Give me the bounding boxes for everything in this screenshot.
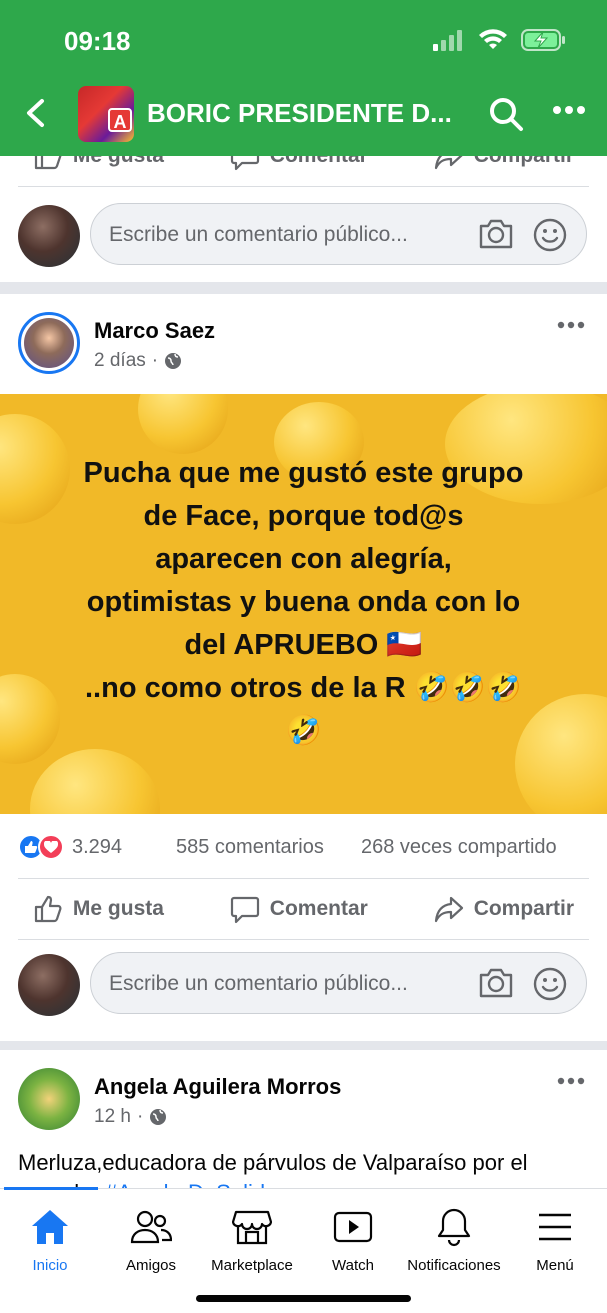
current-user-avatar bbox=[18, 954, 80, 1016]
tab-menu[interactable]: Menú bbox=[505, 1207, 605, 1274]
comment-input[interactable]: Escribe un comentario público... bbox=[90, 203, 587, 265]
emoji-decoration bbox=[30, 749, 160, 814]
friends-icon bbox=[130, 1210, 172, 1244]
status-time: 09:18 bbox=[64, 26, 131, 56]
group-title[interactable]: BORIC PRESIDENTE D... bbox=[147, 98, 452, 129]
tab-watch[interactable]: Watch bbox=[303, 1207, 403, 1274]
share-label: Compartir bbox=[473, 897, 575, 920]
tab-inicio[interactable]: Inicio bbox=[0, 1207, 100, 1274]
back-arrow-icon bbox=[27, 99, 44, 127]
post-options-button[interactable] bbox=[557, 1072, 585, 1090]
comment-placeholder: Escribe un comentario público... bbox=[109, 223, 408, 246]
post-stats: 3.294 585 comentarios 268 veces comparti… bbox=[0, 814, 607, 878]
thumbs-up-icon bbox=[34, 895, 62, 923]
image-text-line: optimistas y buena onda con lo bbox=[86, 586, 521, 618]
emoji-icon[interactable] bbox=[532, 966, 568, 1002]
watch-icon bbox=[333, 1211, 373, 1243]
more-icon bbox=[557, 321, 585, 329]
more-options-button[interactable] bbox=[552, 102, 586, 120]
post-header: Angela Aguilera Morros 12 h · bbox=[0, 1050, 607, 1150]
comments-count[interactable]: 585 comentarios bbox=[176, 836, 324, 859]
post-meta: 12 h · bbox=[94, 1106, 167, 1128]
emoji-decoration bbox=[138, 394, 228, 454]
home-indicator bbox=[196, 1295, 411, 1302]
battery-charging-icon bbox=[521, 29, 565, 51]
post-time[interactable]: 12 h bbox=[94, 1106, 131, 1128]
post-actions: Me gusta Comentar Compartir bbox=[0, 879, 607, 939]
post-header: Marco Saez 2 días · bbox=[0, 294, 607, 394]
bottom-tab-bar: Inicio Amigos Marketplace Watch Notifica… bbox=[0, 1187, 607, 1313]
meta-separator: · bbox=[136, 1106, 144, 1127]
status-icons bbox=[433, 28, 567, 52]
camera-icon[interactable] bbox=[478, 966, 514, 1000]
tab-label: Menú bbox=[536, 1257, 574, 1274]
tab-marketplace[interactable]: Marketplace bbox=[202, 1207, 302, 1274]
emoji-icon[interactable] bbox=[532, 217, 568, 253]
image-text-line: del APRUEBO 🇨🇱 bbox=[184, 629, 423, 661]
reactions-summary[interactable]: 3.294 bbox=[18, 834, 122, 860]
author-name[interactable]: Marco Saez bbox=[94, 318, 215, 344]
more-icon bbox=[557, 1077, 585, 1085]
post-time[interactable]: 2 días bbox=[94, 350, 146, 372]
image-text-line: de Face, porque tod@s bbox=[143, 500, 464, 532]
current-user-avatar bbox=[18, 205, 80, 267]
divider bbox=[18, 186, 589, 187]
image-text-line: ..no como otros de la R 🤣🤣🤣 bbox=[84, 672, 523, 704]
image-text-line: 🤣 bbox=[285, 715, 322, 747]
meta-separator: · bbox=[151, 350, 159, 371]
author-name[interactable]: Angela Aguilera Morros bbox=[94, 1074, 341, 1100]
post-image-text: Pucha que me gustó este grupo de Face, p… bbox=[30, 452, 577, 753]
love-reaction-icon bbox=[38, 834, 64, 860]
camera-icon[interactable] bbox=[478, 217, 514, 251]
comment-placeholder: Escribe un comentario público... bbox=[109, 972, 408, 995]
app-header: 09:18 A BORIC PRESIDENTE D... bbox=[0, 0, 607, 156]
group-nav-bar: A BORIC PRESIDENTE D... bbox=[0, 86, 607, 142]
more-icon bbox=[553, 106, 585, 114]
marketplace-icon bbox=[232, 1210, 272, 1245]
search-icon bbox=[490, 98, 523, 131]
post-options-button[interactable] bbox=[557, 316, 585, 334]
bell-icon bbox=[437, 1208, 471, 1247]
tab-label: Watch bbox=[332, 1257, 374, 1274]
comment-composer: Escribe un comentario público... bbox=[0, 940, 607, 1020]
menu-icon bbox=[539, 1213, 571, 1241]
tab-notificaciones[interactable]: Notificaciones bbox=[404, 1207, 504, 1274]
tab-label: Amigos bbox=[125, 1257, 177, 1274]
comment-composer: Escribe un comentario público... bbox=[0, 191, 607, 271]
signal-icon bbox=[433, 30, 462, 51]
share-button[interactable]: Compartir bbox=[434, 894, 574, 924]
wifi-icon bbox=[479, 29, 507, 49]
comment-input[interactable]: Escribe un comentario público... bbox=[90, 952, 587, 1014]
post-card-marco: Marco Saez 2 días · Pucha que me gustó e… bbox=[0, 294, 607, 1041]
back-button[interactable] bbox=[24, 98, 48, 133]
globe-icon bbox=[150, 1109, 167, 1125]
post-card-angela: Angela Aguilera Morros 12 h · Merluza,ed… bbox=[0, 1050, 607, 1205]
author-avatar[interactable] bbox=[18, 312, 80, 374]
author-avatar[interactable] bbox=[18, 1068, 80, 1130]
tab-label: Inicio bbox=[32, 1257, 68, 1274]
globe-icon bbox=[165, 353, 182, 369]
post-body-line: Merluza,educadora de párvulos de Valpara… bbox=[18, 1150, 528, 1175]
post-image[interactable]: Pucha que me gustó este grupo de Face, p… bbox=[0, 394, 607, 814]
tab-amigos[interactable]: Amigos bbox=[101, 1207, 201, 1274]
search-button[interactable] bbox=[488, 96, 524, 137]
post-meta: 2 días · bbox=[94, 350, 182, 372]
image-text-line: Pucha que me gustó este grupo bbox=[83, 457, 524, 489]
like-button[interactable]: Me gusta bbox=[33, 894, 164, 924]
shares-count[interactable]: 268 veces compartido bbox=[361, 836, 557, 859]
image-text-line: aparecen con alegría, bbox=[155, 543, 452, 575]
share-icon bbox=[434, 896, 463, 923]
like-label: Me gusta bbox=[72, 897, 164, 920]
comment-icon bbox=[230, 896, 259, 924]
reaction-count: 3.294 bbox=[72, 835, 123, 858]
comment-button[interactable]: Comentar bbox=[230, 894, 368, 924]
tab-label: Marketplace bbox=[211, 1257, 293, 1274]
home-icon bbox=[32, 1210, 68, 1244]
tab-label: Notificaciones bbox=[407, 1257, 501, 1274]
group-avatar[interactable]: A bbox=[78, 86, 134, 142]
group-avatar-logo: A bbox=[108, 108, 132, 132]
active-tab-indicator bbox=[4, 1187, 98, 1190]
comment-label: Comentar bbox=[269, 897, 368, 920]
